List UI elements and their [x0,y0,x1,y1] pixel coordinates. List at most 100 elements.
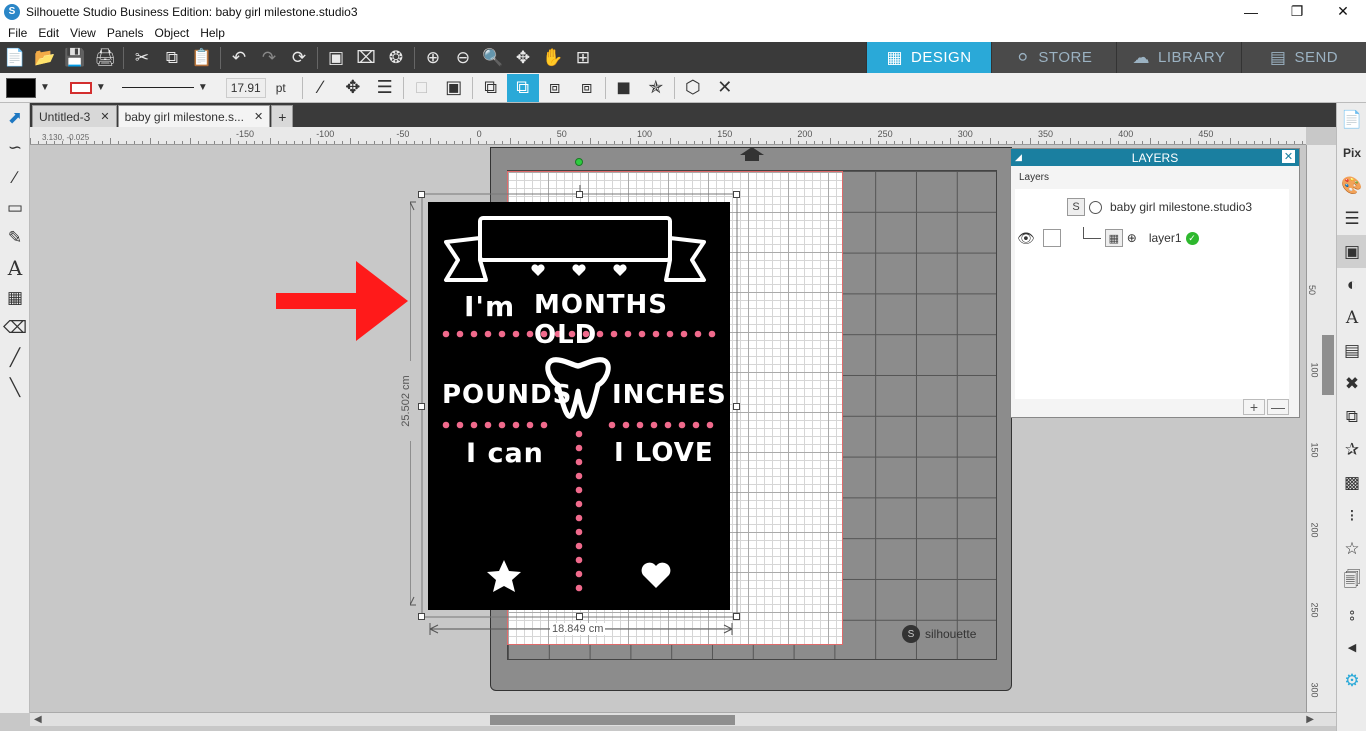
close-icon[interactable]: ✕ [1282,150,1295,163]
select-by-color-icon[interactable]: ❂ [381,44,411,72]
text-icon[interactable]: A [0,253,30,283]
paste-icon[interactable]: 📋 [187,44,217,72]
resize-handle-bc[interactable] [576,613,583,620]
tab-design[interactable]: ▦ DESIGN [866,42,991,73]
horizontal-scrollbar[interactable]: ◀ ▶ [30,712,1336,726]
point-edit-icon[interactable]: ∽ [0,133,30,163]
transform-icon[interactable]: ✖ [1337,367,1366,400]
drag-zoom-icon[interactable]: ✥ [508,44,538,72]
modify-icon[interactable]: ⧉ [1337,400,1366,433]
move-icon[interactable]: ✥ [337,74,369,102]
fill-bucket-icon[interactable]: ▦ [0,283,30,313]
add-layer-button[interactable]: + [1243,399,1265,415]
pan-hand-icon[interactable]: ✋ [538,44,568,72]
replicate-icon[interactable]: ⬡ [677,74,709,102]
copy-icon[interactable]: ⧉ [157,44,187,72]
resize-handle-br[interactable] [733,613,740,620]
offset-icon[interactable]: ✰ [1337,433,1366,466]
collapse-triangle-icon[interactable]: ◢ [1015,152,1022,163]
layers-icon[interactable]: ▣ [1337,235,1366,268]
select-arrow-icon[interactable]: ⬈ [0,103,30,133]
sketch-icon[interactable]: ⁝ [1337,499,1366,532]
collapse-arrow-icon[interactable]: ◀ [1337,631,1366,664]
layer-name[interactable]: layer1 [1149,231,1182,245]
doc-tab-untitled[interactable]: Untitled-3 ✕ [32,105,117,127]
zoom-in-icon[interactable]: ⊕ [418,44,448,72]
library-panel-icon[interactable]: 🗐 [1337,565,1366,598]
offset-star-icon[interactable]: ✯ [640,74,672,102]
redo-icon[interactable]: ↷ [254,44,284,72]
bring-to-front-icon[interactable]: ⧉ [475,74,507,102]
close-icon[interactable]: ✕ [100,110,109,123]
transparency-icon[interactable]: ◐ [1337,268,1366,301]
menu-file[interactable]: File [4,26,34,40]
lock-checkbox[interactable] [1042,229,1061,247]
resize-handle-mr[interactable] [733,403,740,410]
deselect-icon[interactable]: ⌧ [351,44,381,72]
rectangle-icon[interactable]: ▭ [0,193,30,223]
redraw-icon[interactable]: ⟳ [284,44,314,72]
tab-library[interactable]: ☁ LIBRARY [1116,42,1241,73]
chevron-down-icon[interactable]: ▼ [96,82,106,93]
scrollbar-thumb[interactable] [1322,335,1334,395]
new-document-icon[interactable]: 📄 [0,44,30,72]
knife-icon[interactable]: ╱ [0,343,30,373]
menu-panels[interactable]: Panels [103,26,151,40]
document-row[interactable]: S baby girl milestone.studio3 [1067,198,1252,216]
send-backward-icon[interactable]: ⧈ [571,74,603,102]
menu-view[interactable]: View [66,26,103,40]
palette-icon[interactable]: 🎨 [1337,169,1366,202]
layer-row[interactable]: 👁 ▦ ⊕ layer1 ✓ [1017,227,1199,247]
resize-handle-tr[interactable] [733,191,740,198]
line-icon[interactable]: ∕ [0,163,30,193]
line-tool-icon[interactable]: ∕ [305,74,337,102]
chevron-down-icon[interactable]: ▼ [40,82,50,93]
chevron-down-icon[interactable]: ▼ [198,82,208,93]
menu-help[interactable]: Help [196,26,232,40]
text-style-icon[interactable]: A [1337,301,1366,334]
resize-handle-bl[interactable] [418,613,425,620]
add-circle-icon[interactable]: ⊕ [1127,231,1137,245]
fit-to-page-icon[interactable]: ⊞ [568,44,598,72]
layers-panel-header[interactable]: ◢ LAYERS ✕ [1011,149,1299,166]
menu-object[interactable]: Object [151,26,197,40]
send-to-back-icon[interactable]: ⧉ [506,73,539,102]
scrollbar-thumb[interactable] [490,715,735,725]
resize-handle-ml[interactable] [418,403,425,410]
hatch-icon[interactable]: ⦂ [1337,598,1366,631]
zoom-out-icon[interactable]: ⊖ [448,44,478,72]
remove-layer-button[interactable]: — [1267,399,1289,415]
line-color-swatch[interactable] [69,81,92,94]
radio-circle-icon[interactable] [1089,200,1102,214]
line-style-icon[interactable]: ☰ [1337,202,1366,235]
vertical-scrollbar[interactable] [1321,145,1335,712]
undo-icon[interactable]: ↶ [224,44,254,72]
menu-edit[interactable]: Edit [34,26,66,40]
page-setup-icon[interactable]: 📄 [1337,103,1366,136]
restore-button[interactable]: ❐ [1274,0,1320,23]
tab-store[interactable]: ⚪ STORE [991,42,1116,73]
align-icon[interactable]: ☰ [369,74,401,102]
eye-visibility-icon[interactable]: 👁 [1017,230,1035,247]
ungroup-icon[interactable]: ▣ [438,74,470,102]
tab-send[interactable]: ▤ SEND [1241,42,1366,73]
minimize-button[interactable]: — [1228,0,1274,23]
scroll-right-icon[interactable]: ▶ [1306,714,1314,725]
zoom-select-icon[interactable]: 🔍 [478,44,508,72]
star-icon[interactable]: ☆ [1337,532,1366,565]
group-icon[interactable]: □ [406,74,438,102]
align-panel-icon[interactable]: ▤ [1337,334,1366,367]
pixscan-icon[interactable]: Pix [1337,136,1366,169]
select-all-icon[interactable]: ▣ [321,44,351,72]
doc-tab-milestone[interactable]: baby girl milestone.s... ✕ [117,105,271,127]
resize-handle-tc[interactable] [576,191,583,198]
print-icon[interactable]: 🖨 [90,44,120,72]
add-tab-button[interactable]: + [271,105,294,127]
eraser-icon[interactable]: ⌫ [0,313,30,343]
scroll-left-icon[interactable]: ◀ [34,714,42,725]
close-icon[interactable]: ✕ [254,110,263,123]
rotate-handle[interactable] [575,158,583,166]
delete-x-icon[interactable]: ✕ [709,74,741,102]
close-window-button[interactable]: ✕ [1320,0,1366,23]
fill-color-swatch[interactable] [6,77,36,98]
